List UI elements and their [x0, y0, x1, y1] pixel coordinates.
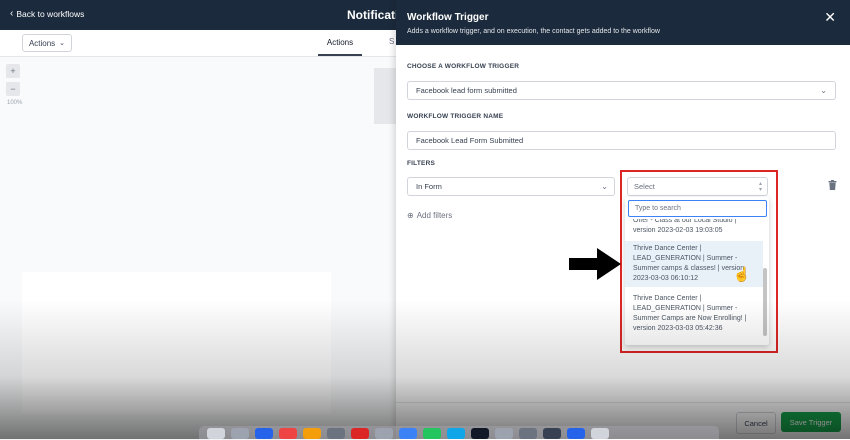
trigger-name-value: Facebook Lead Form Submitted [416, 136, 524, 145]
close-icon[interactable]: ✕ [824, 10, 836, 24]
trigger-type-value: Facebook lead form submitted [416, 86, 517, 95]
dock-app-icon[interactable] [375, 428, 393, 439]
dock-app-icon[interactable] [327, 428, 345, 439]
highlight-annotation-box [620, 170, 778, 353]
filter-field-select[interactable]: In Form ⌄ [407, 177, 615, 196]
dock-app-icon[interactable] [303, 428, 321, 439]
dock-app-icon[interactable] [279, 428, 297, 439]
trigger-type-select[interactable]: Facebook lead form submitted ⌄ [407, 81, 836, 100]
actions-dropdown[interactable]: Actions ⌄ [22, 34, 72, 52]
canvas-panel [22, 272, 331, 414]
chevron-down-icon: ⌄ [601, 182, 608, 191]
arrow-right-icon [569, 248, 621, 280]
chevron-down-icon: ⌄ [820, 86, 827, 95]
zoom-out-button[interactable]: − [6, 82, 20, 96]
dock-app-icon[interactable] [543, 428, 561, 439]
os-dock [199, 426, 719, 439]
filters-label: FILTERS [407, 160, 435, 167]
drawer-title: Workflow Trigger [407, 12, 489, 23]
add-filters-label: Add filters [416, 211, 453, 220]
drawer-header: Workflow Trigger Adds a workflow trigger… [396, 0, 850, 45]
trigger-name-input[interactable]: Facebook Lead Form Submitted [407, 131, 836, 150]
save-trigger-button[interactable]: Save Trigger [781, 412, 841, 432]
dock-app-icon[interactable] [207, 428, 225, 439]
zoom-level: 100% [7, 100, 23, 106]
dock-app-icon[interactable] [255, 428, 273, 439]
dock-app-icon[interactable] [423, 428, 441, 439]
drawer-subtitle: Adds a workflow trigger, and on executio… [407, 28, 660, 35]
dock-app-icon[interactable] [471, 428, 489, 439]
dock-app-icon[interactable] [351, 428, 369, 439]
tab-actions[interactable]: Actions [318, 30, 362, 56]
dock-app-icon[interactable] [567, 428, 585, 439]
cancel-button[interactable]: Cancel [736, 412, 776, 434]
choose-trigger-label: CHOOSE A WORKFLOW TRIGGER [407, 63, 520, 70]
dock-app-icon[interactable] [447, 428, 465, 439]
trigger-name-label: WORKFLOW TRIGGER NAME [407, 113, 504, 120]
tab-settings-partial[interactable]: S [389, 37, 394, 46]
dock-app-icon[interactable] [231, 428, 249, 439]
chevron-down-icon: ⌄ [59, 40, 66, 47]
back-to-workflows-link[interactable]: ‹ Back to workflows [10, 8, 85, 20]
trash-icon[interactable] [828, 180, 837, 190]
back-label: Back to workflows [16, 9, 85, 19]
dock-app-icon[interactable] [399, 428, 417, 439]
workflow-node[interactable] [374, 68, 396, 124]
chevron-left-icon: ‹ [10, 8, 14, 19]
add-filters-button[interactable]: ⊕ Add filters [407, 211, 452, 220]
actions-dropdown-label: Actions [28, 38, 56, 48]
dock-app-icon[interactable] [495, 428, 513, 439]
dock-app-icon[interactable] [591, 428, 609, 439]
zoom-in-button[interactable]: + [6, 64, 20, 78]
plus-circle-icon: ⊕ [407, 211, 414, 220]
builder-toolbar: Actions ⌄ Actions S [0, 30, 396, 57]
dock-app-icon[interactable] [519, 428, 537, 439]
filter-field-value: In Form [416, 182, 442, 191]
